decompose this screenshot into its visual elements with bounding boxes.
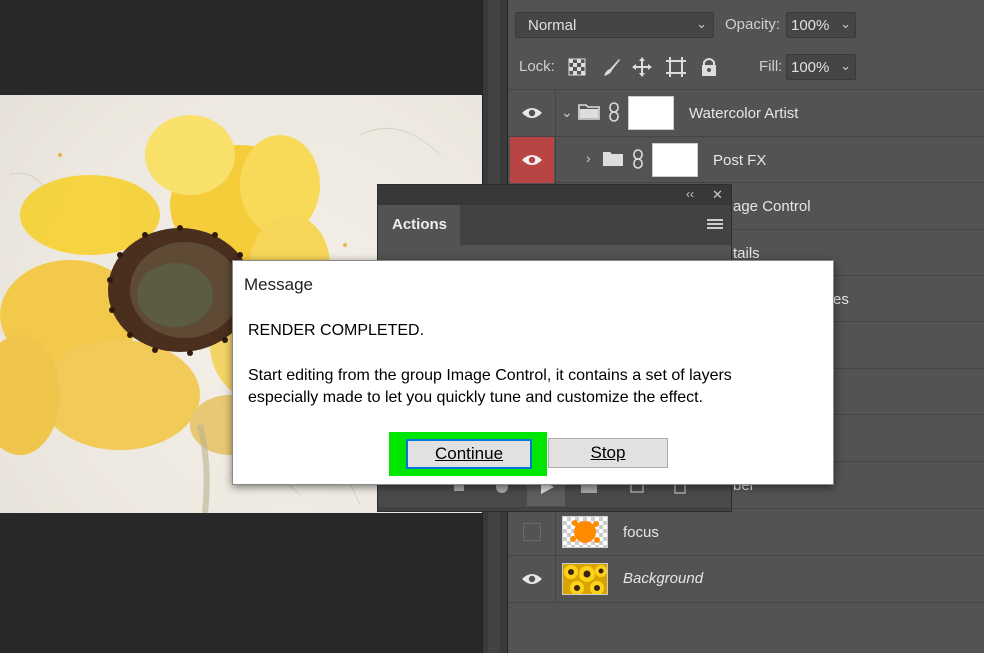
lock-transparent-icon[interactable]	[568, 58, 586, 81]
layer-name[interactable]: focus	[623, 524, 659, 541]
row-divider	[508, 182, 984, 183]
visibility-eye-icon[interactable]	[510, 137, 554, 183]
layer-name-partial[interactable]: age Control	[733, 198, 811, 215]
row-divider	[508, 602, 984, 603]
message-dialog: Message RENDER COMPLETED. Start editing …	[232, 260, 834, 485]
blend-mode-select[interactable]: Normal ⌄	[515, 12, 714, 38]
layer-name-partial[interactable]: es	[833, 291, 849, 308]
layer-mask-thumbnail[interactable]	[652, 143, 698, 177]
folder-icon	[602, 149, 624, 172]
lock-artboard-icon[interactable]	[665, 56, 687, 83]
chevron-down-icon[interactable]: ⌄	[561, 104, 573, 121]
dialog-body-line: especially made to let you quickly tune …	[248, 389, 704, 406]
stop-button-label: Stop	[590, 443, 626, 462]
opacity-value: 100%	[791, 16, 830, 34]
panel-menu-icon[interactable]	[707, 218, 723, 236]
fill-value: 100%	[791, 58, 830, 76]
layer-thumbnail[interactable]	[562, 563, 608, 595]
link-chain-icon[interactable]	[608, 102, 620, 127]
dialog-title: Message	[244, 275, 313, 294]
layer-mask-thumbnail[interactable]	[628, 96, 674, 130]
visibility-toggle-empty[interactable]	[510, 509, 554, 555]
stop-button[interactable]: Stop	[548, 438, 668, 468]
chevron-down-icon: ⌄	[840, 16, 851, 31]
fill-label: Fill:	[759, 58, 783, 75]
row-divider	[508, 555, 984, 556]
opacity-label: Opacity:	[725, 16, 781, 33]
chevron-down-icon: ⌄	[840, 58, 851, 73]
lock-all-icon[interactable]	[700, 56, 718, 83]
layer-thumbnail[interactable]	[562, 516, 608, 548]
layer-name[interactable]: Watercolor Artist	[689, 105, 798, 122]
opacity-field[interactable]: 100% ⌄	[786, 12, 856, 38]
lock-move-icon[interactable]	[631, 56, 653, 83]
visibility-eye-icon[interactable]	[510, 90, 554, 136]
continue-button[interactable]: Continue	[406, 439, 532, 469]
tab-actions-label: Actions	[392, 216, 448, 233]
close-icon[interactable]: ✕	[712, 187, 723, 203]
layer-name[interactable]: Background	[623, 570, 703, 587]
dialog-body-line: Start editing from the group Image Contr…	[248, 367, 732, 384]
row-divider	[508, 136, 984, 137]
chevron-right-icon[interactable]: ›	[586, 150, 591, 166]
fill-field[interactable]: 100% ⌄	[786, 54, 856, 80]
lock-brush-icon[interactable]	[600, 56, 622, 83]
chevron-down-icon: ⌄	[696, 16, 707, 31]
lock-label: Lock:	[519, 58, 555, 75]
visibility-eye-icon[interactable]	[510, 556, 554, 602]
row-divider	[508, 89, 984, 90]
link-chain-icon[interactable]	[632, 149, 644, 174]
blend-mode-value: Normal	[528, 16, 577, 34]
collapse-panel-icon[interactable]: ‹‹	[686, 187, 694, 201]
layer-name[interactable]: Post FX	[713, 152, 766, 169]
folder-icon	[578, 102, 600, 125]
continue-button-label: Continue	[434, 444, 504, 463]
actions-panel-titlebar[interactable]	[378, 185, 731, 205]
dialog-heading: RENDER COMPLETED.	[248, 322, 425, 339]
